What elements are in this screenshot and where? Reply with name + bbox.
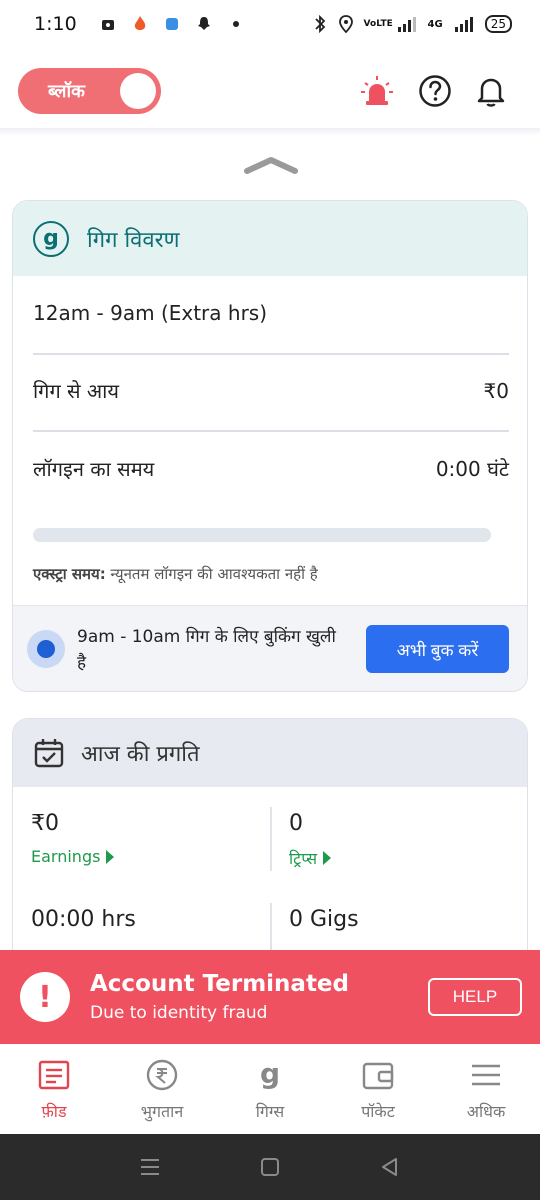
stat-earnings-value: ₹0 xyxy=(31,811,59,836)
volte-indicator: VoLTE xyxy=(363,19,393,29)
help-question-icon[interactable] xyxy=(418,74,452,108)
nav-label-feed: फ़ीड xyxy=(41,1102,67,1121)
login-time-label: लॉगइन का समय xyxy=(33,457,155,481)
nav-label-more: अधिक xyxy=(466,1102,506,1121)
gig-earnings-value: ₹0 xyxy=(483,378,509,403)
app-notification-icon xyxy=(101,20,114,30)
fire-app-icon xyxy=(134,16,145,30)
stat-trips-value: 0 xyxy=(289,811,303,836)
snapchat-icon xyxy=(197,17,210,30)
app-header: ब्लॉक xyxy=(0,60,540,122)
alert-exclamation-icon: ! xyxy=(20,972,70,1022)
home-icon[interactable] xyxy=(259,1156,281,1178)
rupee-icon xyxy=(146,1059,178,1091)
blue-app-icon xyxy=(165,18,178,30)
bottom-nav: फ़ीड भुगतान g गिग्स पॉकेट अधिक xyxy=(0,1044,540,1134)
nav-item-pocket[interactable]: पॉकेट xyxy=(324,1044,432,1134)
today-progress-card: आज की प्रगति ₹0 Earnings 0 ट्रिप्स 00:00… xyxy=(12,718,528,978)
signal-2-icon xyxy=(454,17,473,32)
battery-indicator: 25 xyxy=(484,15,512,33)
extra-time-note: एक्स्ट्रा समय: न्यूनतम लॉगइन की आवश्यकता… xyxy=(33,564,318,584)
nav-item-gigs[interactable]: g गिग्स xyxy=(216,1044,324,1134)
book-now-button[interactable]: अभी बुक करें xyxy=(366,625,509,673)
stat-trips-label: ट्रिप्स xyxy=(289,849,318,868)
stat-hours-value: 00:00 hrs xyxy=(31,907,136,932)
feed-icon xyxy=(38,1060,70,1090)
notification-bell-icon[interactable] xyxy=(474,74,508,108)
progress-card-title: आज की प्रगति xyxy=(81,742,200,767)
menu-icon xyxy=(472,1064,500,1086)
nav-label-payments: भुगतान xyxy=(140,1102,184,1121)
location-icon xyxy=(338,15,353,33)
gigs-g-icon: g xyxy=(260,1058,280,1090)
dot-icon xyxy=(232,21,239,27)
back-icon[interactable] xyxy=(379,1156,401,1178)
divider xyxy=(33,430,509,432)
gig-earnings-label: गिग से आय xyxy=(33,379,119,403)
status-bar: 1:10 VoLTE 4G 25 xyxy=(0,0,540,48)
login-time-value: 0:00 घंटे xyxy=(435,457,509,481)
gig-logo-icon: g xyxy=(33,220,69,257)
toggle-knob xyxy=(120,73,156,109)
nav-item-payments[interactable]: भुगतान xyxy=(108,1044,216,1134)
stat-trips-link[interactable]: ट्रिप्स xyxy=(289,847,332,869)
login-time-row: लॉगइन का समय 0:00 घंटे xyxy=(33,455,509,482)
caret-right-icon xyxy=(323,851,332,865)
wallet-icon xyxy=(362,1062,394,1090)
extra-time-text: न्यूनतम लॉगइन की आवश्यकता नहीं है xyxy=(110,565,318,583)
booking-radio[interactable] xyxy=(27,630,65,668)
banner-subtitle: Due to identity fraud xyxy=(90,1003,268,1023)
calendar-check-icon xyxy=(34,739,64,768)
booking-row: 9am - 10am गिग के लिए बुकिंग खुली है अभी… xyxy=(13,605,527,691)
nav-item-feed[interactable]: फ़ीड xyxy=(0,1044,108,1134)
recent-apps-icon[interactable] xyxy=(139,1156,161,1178)
alarm-siren-icon[interactable] xyxy=(360,74,394,108)
svg-text:g: g xyxy=(260,1058,280,1090)
help-button[interactable]: HELP xyxy=(428,978,522,1016)
network-type: 4G xyxy=(427,18,443,30)
nav-item-more[interactable]: अधिक xyxy=(432,1044,540,1134)
nav-label-gigs: गिग्स xyxy=(255,1102,285,1121)
stat-earnings-link[interactable]: Earnings xyxy=(31,847,115,866)
stat-gigs-value: 0 Gigs xyxy=(289,907,359,932)
divider xyxy=(33,353,509,355)
account-terminated-banner: ! Account Terminated Due to identity fra… xyxy=(0,950,540,1044)
chevron-up-icon[interactable] xyxy=(243,155,299,175)
caret-right-icon xyxy=(106,849,115,864)
block-toggle[interactable]: ब्लॉक xyxy=(18,68,161,114)
gig-time-slot-row: 12am - 9am (Extra hrs) xyxy=(33,301,509,325)
gig-card-title: गिग विवरण xyxy=(87,227,180,253)
stat-earnings-label: Earnings xyxy=(31,847,101,866)
gig-card-header: g गिग विवरण xyxy=(13,201,527,276)
gig-earnings-row: गिग से आय ₹0 xyxy=(33,377,509,404)
signal-icon xyxy=(397,17,416,32)
stat-divider xyxy=(270,807,272,871)
login-progress-bar xyxy=(33,528,491,542)
nav-label-pocket: पॉकेट xyxy=(361,1102,395,1121)
gig-time-slot: 12am - 9am (Extra hrs) xyxy=(33,301,268,325)
gig-details-card: g गिग विवरण 12am - 9am (Extra hrs) गिग स… xyxy=(12,200,528,692)
extra-time-label: एक्स्ट्रा समय: xyxy=(33,565,106,583)
block-toggle-label: ब्लॉक xyxy=(48,81,85,102)
progress-card-header: आज की प्रगति xyxy=(13,719,527,787)
bluetooth-icon xyxy=(314,15,325,33)
system-nav-bar xyxy=(0,1134,540,1200)
scroll-strip xyxy=(0,128,540,136)
status-time: 1:10 xyxy=(34,13,77,35)
booking-text: 9am - 10am गिग के लिए बुकिंग खुली है xyxy=(77,627,336,673)
banner-title: Account Terminated xyxy=(90,971,349,997)
